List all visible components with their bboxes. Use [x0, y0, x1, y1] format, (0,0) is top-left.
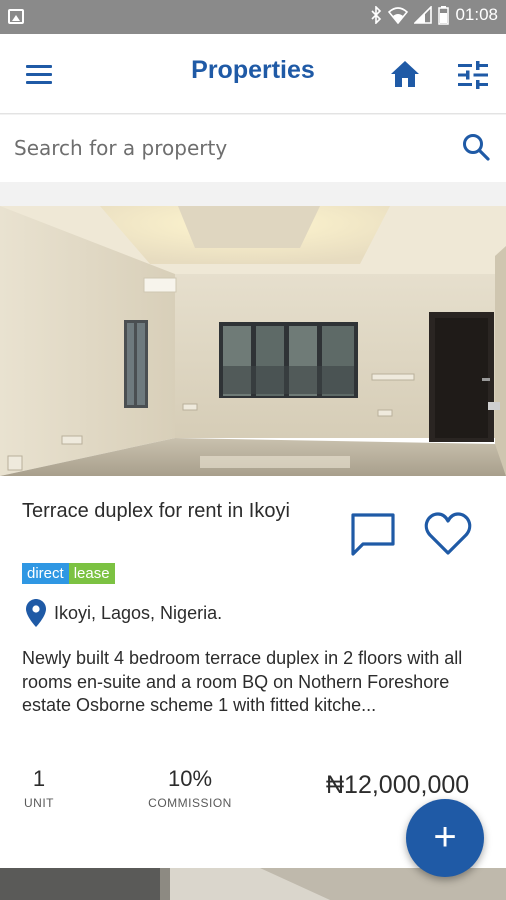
listing-tags: direct lease [22, 563, 115, 584]
page-title: Properties [191, 56, 315, 84]
status-bar: 01:08 [0, 0, 506, 34]
units-stat: 1 UNIT [22, 766, 56, 810]
property-photo[interactable] [0, 206, 506, 476]
battery-icon [438, 5, 450, 25]
signal-icon [414, 6, 433, 24]
home-icon[interactable] [390, 60, 420, 88]
status-time: 01:08 [455, 5, 498, 24]
bluetooth-icon [371, 6, 382, 24]
location-pin-icon [26, 599, 46, 627]
tag-lease: lease [68, 563, 115, 584]
tag-direct: direct [22, 563, 69, 584]
heart-icon[interactable] [424, 512, 472, 556]
gallery-icon [8, 9, 24, 24]
search-icon[interactable] [462, 133, 490, 161]
property-price: ₦12,000,000 [326, 771, 470, 799]
property-title[interactable]: Terrace duplex for rent in Ikoyi [22, 498, 332, 525]
location-text: Ikoyi, Lagos, Nigeria. [54, 602, 223, 623]
tune-icon[interactable] [458, 61, 488, 89]
property-location: Ikoyi, Lagos, Nigeria. [26, 599, 222, 627]
status-icons: 01:08 [370, 5, 498, 25]
property-description: Newly built 4 bedroom terrace duplex in … [22, 648, 463, 715]
commission-label: COMMISSION [148, 796, 232, 810]
property-card[interactable]: Terrace duplex for rent in Ikoyi direct … [0, 206, 506, 868]
add-icon: + [433, 815, 457, 859]
chat-icon[interactable] [350, 512, 396, 556]
units-value: 1 [32, 766, 46, 791]
commission-stat: 10% COMMISSION [136, 766, 244, 810]
wifi-icon [388, 7, 409, 24]
units-label: UNIT [24, 796, 54, 810]
search-input[interactable] [14, 131, 444, 165]
search-bar [0, 115, 506, 182]
add-property-button[interactable]: + [406, 799, 484, 877]
app-bar: Properties [0, 34, 506, 114]
commission-value: 10% [167, 766, 213, 791]
